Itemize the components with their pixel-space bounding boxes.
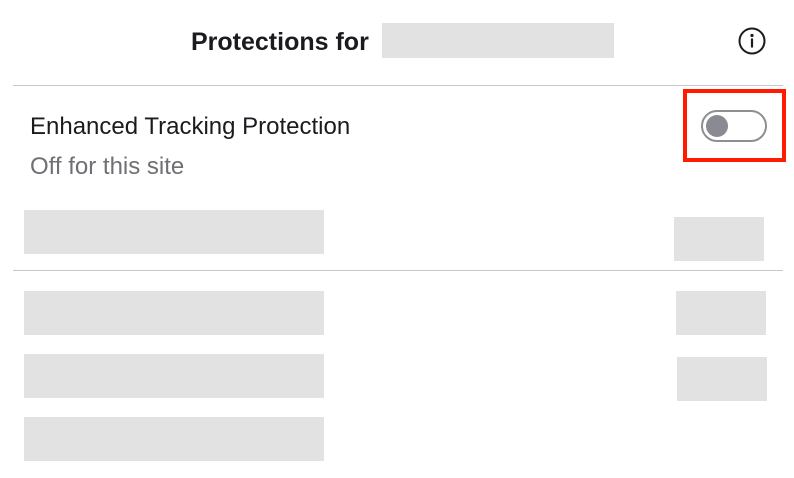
tracking-protection-toggle[interactable] [701, 110, 767, 142]
tracking-protection-status: Off for this site [30, 153, 185, 180]
redacted-row-value [676, 291, 766, 335]
redacted-row-label [24, 210, 324, 254]
section-divider [13, 270, 783, 271]
panel-header: Protections for [0, 0, 794, 84]
header-divider [13, 85, 783, 86]
redacted-row-label [24, 354, 324, 398]
redacted-row-label [24, 417, 324, 461]
info-icon [738, 27, 766, 55]
info-button[interactable] [738, 27, 766, 55]
redacted-row-value [674, 217, 764, 261]
tracking-protection-label: Enhanced Tracking Protection [30, 113, 351, 140]
redacted-row-value [677, 357, 767, 401]
redacted-row-label [24, 291, 324, 335]
site-name-redacted [382, 23, 614, 58]
panel-title: Protections for [191, 28, 369, 56]
toggle-knob [706, 115, 728, 137]
